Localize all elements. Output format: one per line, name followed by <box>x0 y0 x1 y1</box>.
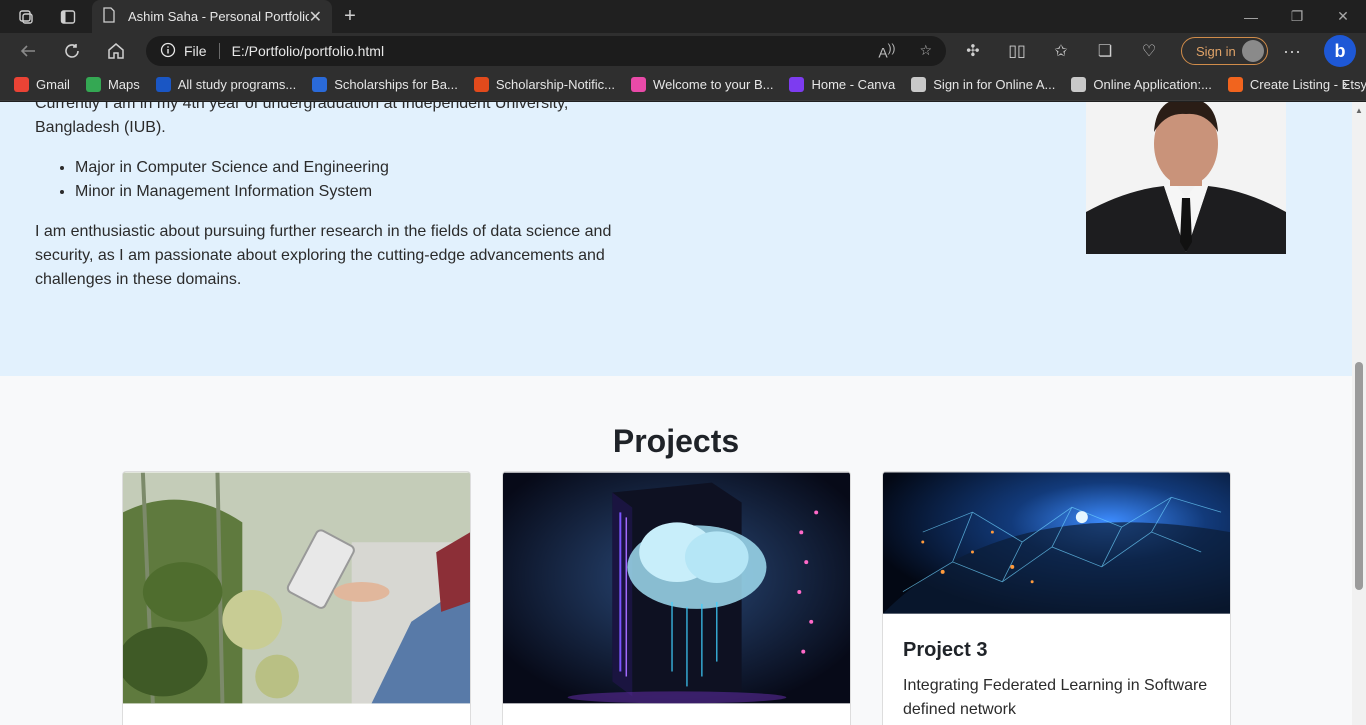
bookmark-label: Create Listing - Etsy <box>1249 77 1366 92</box>
bookmark-label: Home - Canva <box>811 77 896 92</box>
about-section: Currently I am in my 4th year of undergr… <box>0 102 1352 376</box>
performance-icon[interactable]: ♡ <box>1136 41 1162 61</box>
bookmark-item[interactable]: Sign in for Online A... <box>911 77 1055 92</box>
bookmark-label: Maps <box>107 77 140 92</box>
bookmark-favicon-icon <box>631 77 647 92</box>
scroll-up-icon[interactable]: ▲ <box>1355 106 1363 115</box>
close-tab-icon[interactable]: ✕ <box>309 7 322 27</box>
sign-in-label: Sign in <box>1196 43 1236 59</box>
favorites-icon[interactable]: ✩ <box>1048 41 1074 61</box>
bookmark-favicon-icon <box>312 77 328 92</box>
project-1-image <box>123 472 470 704</box>
page-viewport: Currently I am in my 4th year of undergr… <box>0 102 1352 725</box>
bookmark-label: Scholarships for Ba... <box>334 77 458 92</box>
bookmark-favicon-icon <box>1227 77 1243 92</box>
refresh-icon[interactable] <box>54 33 90 69</box>
project-card-1[interactable] <box>122 471 471 725</box>
browser-titlebar: Ashim Saha - Personal Portfolio ✕ + — ❐ … <box>0 0 1366 33</box>
bookmark-favicon-icon <box>1071 77 1087 92</box>
more-menu-icon[interactable]: ··· <box>1280 33 1304 69</box>
toolbar-icons: ✣ ▯▯ ✩ ❏ ♡ <box>960 33 1162 69</box>
address-bar[interactable]: File E:/Portfolio/portfolio.html A)) ☆ <box>146 36 946 66</box>
page-scrollbar[interactable]: ▲ <box>1352 102 1366 725</box>
extensions-icon[interactable]: ✣ <box>960 41 986 61</box>
bookmark-favicon-icon <box>85 77 101 92</box>
bookmark-label: Gmail <box>36 77 70 92</box>
bookmark-item[interactable]: Gmail <box>14 77 70 92</box>
bookmark-item[interactable]: All study programs... <box>155 77 297 92</box>
about-paragraph-1: Currently I am in my 4th year of undergr… <box>35 102 569 136</box>
tab-actions-icon[interactable] <box>48 0 88 33</box>
bookmark-favicon-icon <box>911 77 927 92</box>
bookmark-item[interactable]: Home - Canva <box>789 77 895 92</box>
bookmark-item[interactable]: Welcome to your B... <box>631 77 773 92</box>
read-aloud-icon[interactable]: A)) <box>878 42 895 61</box>
bookmark-label: Sign in for Online A... <box>933 77 1056 92</box>
bookmarks-bar: Gmail Maps All study programs... Scholarshi… <box>0 69 1366 101</box>
bookmark-label: All study programs... <box>177 77 297 92</box>
about-degree-list: Major in Computer Science and Engineerin… <box>75 156 389 204</box>
info-icon[interactable] <box>160 42 176 61</box>
home-icon[interactable] <box>98 33 134 69</box>
favorite-star-icon[interactable]: ☆ <box>919 42 932 61</box>
tab-title: Ashim Saha - Personal Portfolio <box>128 9 309 24</box>
restore-icon[interactable]: ❐ <box>1274 0 1320 33</box>
new-tab-icon[interactable]: + <box>338 4 362 28</box>
bookmark-favicon-icon <box>789 77 805 92</box>
bookmark-item[interactable]: Online Application:... <box>1071 77 1212 92</box>
back-icon[interactable] <box>10 33 46 69</box>
bookmark-favicon-icon <box>155 77 171 92</box>
browser-toolbar: File E:/Portfolio/portfolio.html A)) ☆ ✣… <box>0 33 1366 69</box>
project-card-title: Project 3 <box>903 639 988 661</box>
page-icon <box>102 7 116 26</box>
projects-heading: Projects <box>612 423 740 459</box>
bookmark-item[interactable]: Maps <box>85 77 140 92</box>
active-tab[interactable]: Ashim Saha - Personal Portfolio ✕ <box>92 0 332 33</box>
list-item: Minor in Management Information System <box>75 180 389 204</box>
bookmark-label: Scholarship-Notific... <box>495 77 616 92</box>
bookmark-label: Welcome to your B... <box>653 77 774 92</box>
project-3-image <box>883 472 1230 614</box>
bookmark-item[interactable]: Scholarship-Notific... <box>473 77 616 92</box>
minimize-icon[interactable]: — <box>1228 0 1274 33</box>
scrollbar-thumb[interactable] <box>1355 362 1363 590</box>
bing-copilot-icon[interactable]: b <box>1324 35 1356 67</box>
project-card-description: Integrating Federated Learning in Softwa… <box>903 677 1208 718</box>
workspaces-icon[interactable] <box>6 0 46 33</box>
project-card-2[interactable] <box>502 471 851 725</box>
window-controls: — ❐ ✕ <box>1228 0 1366 33</box>
profile-photo <box>1086 102 1286 254</box>
project-card-3[interactable]: Project 3 Integrating Federated Learning… <box>882 471 1231 725</box>
bookmarks-overflow-icon[interactable]: › <box>1343 76 1348 94</box>
url-text[interactable]: E:/Portfolio/portfolio.html <box>232 43 385 59</box>
collections-icon[interactable]: ❏ <box>1092 41 1118 61</box>
about-paragraph-2: I am enthusiastic about pursuing further… <box>35 223 612 288</box>
scheme-label: File <box>184 43 220 59</box>
close-window-icon[interactable]: ✕ <box>1320 0 1366 33</box>
bookmark-label: Online Application:... <box>1093 77 1212 92</box>
bookmark-favicon-icon <box>473 77 489 92</box>
list-item: Major in Computer Science and Engineerin… <box>75 156 389 180</box>
project-2-image <box>503 472 850 704</box>
bookmark-favicon-icon <box>14 77 29 92</box>
profile-avatar-icon <box>1242 40 1264 62</box>
split-screen-icon[interactable]: ▯▯ <box>1004 41 1030 61</box>
sign-in-button[interactable]: Sign in <box>1181 37 1268 65</box>
bookmark-item[interactable]: Scholarships for Ba... <box>312 77 458 92</box>
